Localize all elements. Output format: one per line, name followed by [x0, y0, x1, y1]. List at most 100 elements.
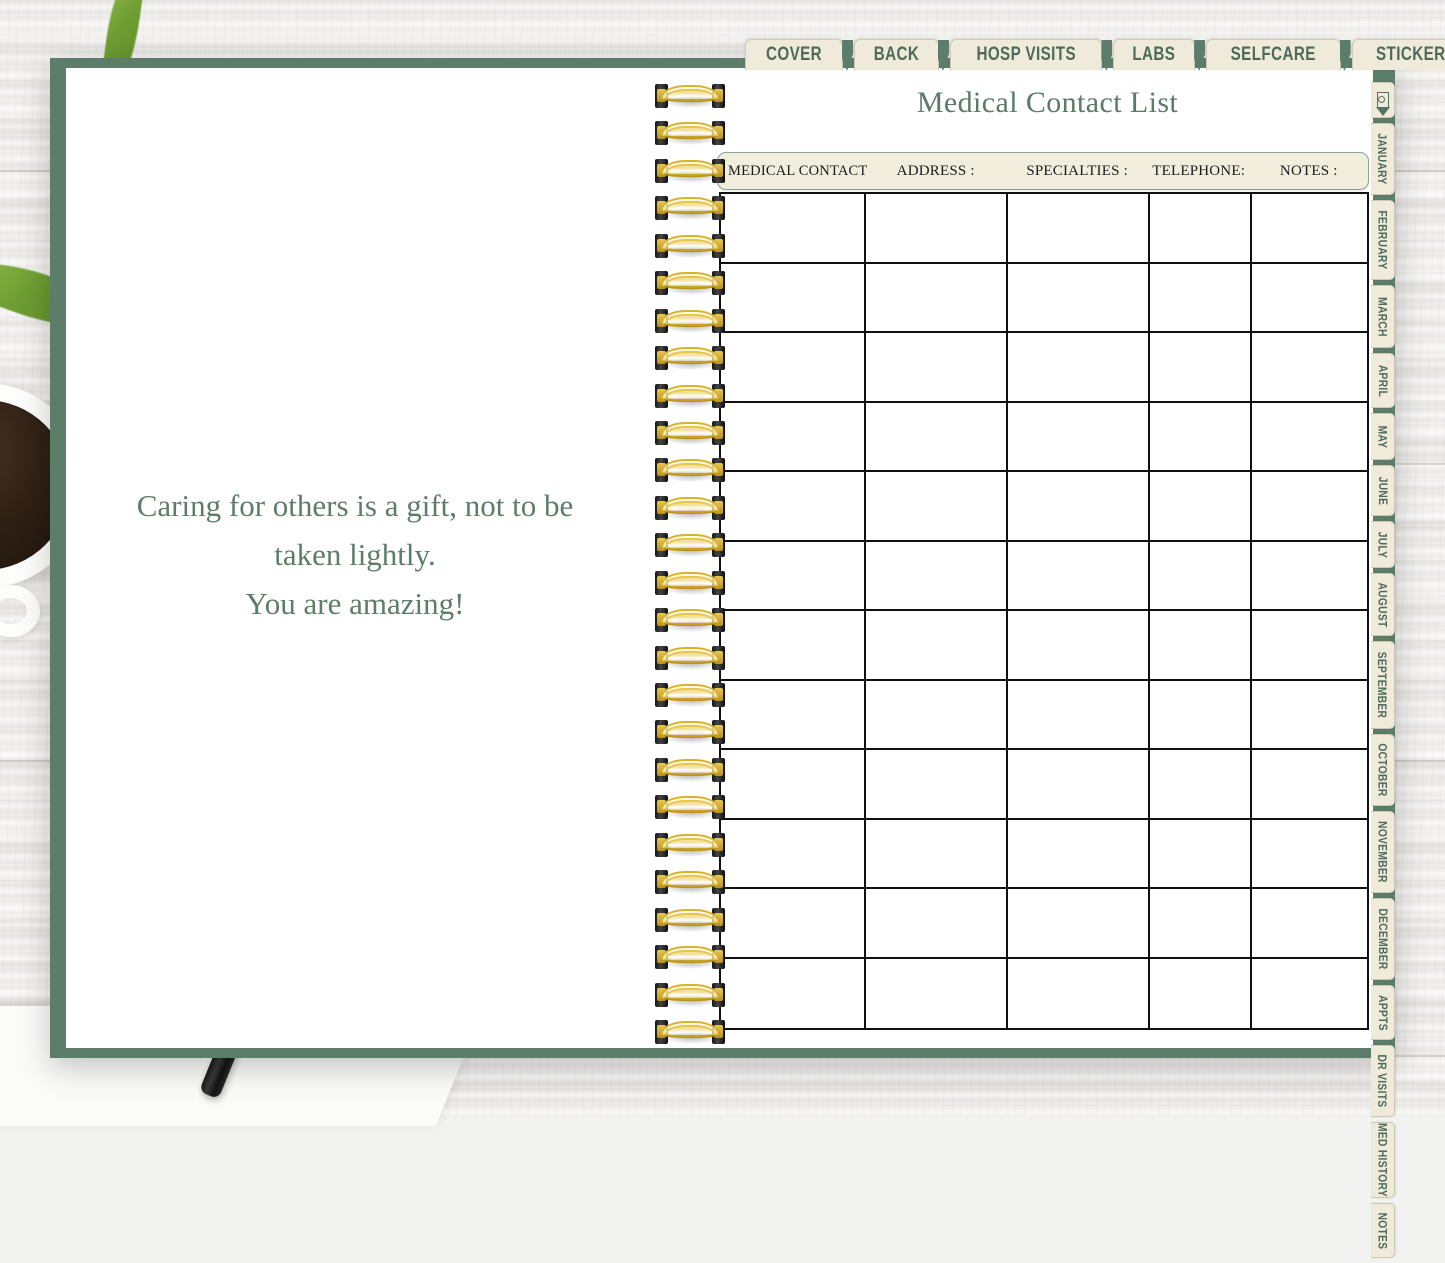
side-tab-may[interactable]: MAY: [1371, 413, 1395, 460]
contact-cell[interactable]: [1252, 889, 1367, 959]
contact-cell[interactable]: [1150, 472, 1252, 542]
contact-cell[interactable]: [1008, 750, 1150, 820]
contact-cell[interactable]: [721, 333, 866, 403]
contact-cell[interactable]: [1252, 194, 1367, 264]
contact-cell[interactable]: [866, 402, 1008, 472]
side-tab-appts[interactable]: APPTS: [1371, 985, 1395, 1040]
spiral-ring-wire-inner: [665, 538, 715, 550]
side-tab-label: JULY: [1375, 531, 1390, 558]
spiral-ring-icon: [655, 159, 725, 185]
contact-cell[interactable]: [721, 680, 866, 750]
spiral-ring-icon: [655, 758, 725, 784]
side-tab-march[interactable]: MARCH: [1371, 285, 1395, 348]
tab-back[interactable]: BACK: [854, 39, 939, 70]
contact-cell[interactable]: [866, 889, 1008, 959]
contact-cell[interactable]: [866, 541, 1008, 611]
contact-cell[interactable]: [1252, 958, 1367, 1028]
contact-cell[interactable]: [866, 958, 1008, 1028]
contact-cell[interactable]: [1008, 194, 1150, 264]
contact-cell[interactable]: [721, 541, 866, 611]
contact-cell[interactable]: [866, 819, 1008, 889]
contact-cell[interactable]: [1150, 680, 1252, 750]
side-tab-notes[interactable]: NOTES: [1371, 1203, 1395, 1258]
spiral-ring-icon: [655, 384, 725, 410]
spiral-ring-wire-inner: [665, 651, 715, 663]
contact-cell[interactable]: [1008, 889, 1150, 959]
contact-cell[interactable]: [721, 750, 866, 820]
side-tab-december[interactable]: DECEMBER: [1371, 898, 1395, 980]
contact-cell[interactable]: [1252, 402, 1367, 472]
spiral-ring-wire-inner: [665, 988, 715, 1000]
contact-cell[interactable]: [1252, 680, 1367, 750]
contact-cell[interactable]: [1008, 263, 1150, 333]
contact-cell[interactable]: [1252, 541, 1367, 611]
contact-cell[interactable]: [1008, 541, 1150, 611]
contact-cell[interactable]: [1008, 958, 1150, 1028]
tab-hosp-visits[interactable]: HOSP VISITS: [949, 39, 1103, 70]
contact-cell[interactable]: [721, 889, 866, 959]
tab-stickers[interactable]: STICKERS: [1351, 39, 1445, 70]
contact-cell[interactable]: [866, 263, 1008, 333]
contact-cell[interactable]: [1150, 541, 1252, 611]
column-header-address: ADDRESS :: [896, 162, 975, 179]
contact-cell[interactable]: [1252, 333, 1367, 403]
contact-table-grid: [719, 192, 1369, 1030]
contact-cell[interactable]: [1252, 611, 1367, 681]
side-tab-january[interactable]: JANUARY: [1371, 123, 1395, 195]
contact-cell[interactable]: [721, 263, 866, 333]
contact-cell[interactable]: [1150, 263, 1252, 333]
contact-cell[interactable]: [866, 750, 1008, 820]
contact-cell[interactable]: [1252, 750, 1367, 820]
tab-selfcare[interactable]: SELFCARE: [1206, 39, 1341, 70]
contact-cell[interactable]: [721, 819, 866, 889]
column-header-specialties: SPECIALTIES :: [1026, 162, 1128, 179]
contact-cell[interactable]: [1008, 611, 1150, 681]
contact-cell[interactable]: [866, 611, 1008, 681]
contact-cell[interactable]: [1150, 889, 1252, 959]
contact-cell[interactable]: [1252, 472, 1367, 542]
contact-cell[interactable]: [866, 472, 1008, 542]
contact-cell[interactable]: [1008, 472, 1150, 542]
contact-cell[interactable]: [1150, 402, 1252, 472]
side-tab-dr-visits[interactable]: DR VISITS: [1371, 1045, 1395, 1117]
contact-cell[interactable]: [1252, 819, 1367, 889]
tab-labs[interactable]: LABS: [1113, 39, 1196, 70]
contact-cell[interactable]: [866, 333, 1008, 403]
contact-cell[interactable]: [721, 402, 866, 472]
contact-table-header-wrap: MEDICAL CONTACT ADDRESS : SPECIALTIES : TEL…: [717, 152, 1369, 190]
contact-cell[interactable]: [1008, 680, 1150, 750]
contact-cell[interactable]: [866, 680, 1008, 750]
bookmark-tab[interactable]: [1371, 82, 1395, 118]
side-tab-august[interactable]: AUGUST: [1371, 573, 1395, 636]
tab-cover[interactable]: COVER: [745, 39, 844, 70]
contact-cell[interactable]: [1150, 958, 1252, 1028]
spiral-ring-icon: [655, 309, 725, 335]
contact-cell[interactable]: [721, 611, 866, 681]
spiral-ring-wire-inner: [665, 164, 715, 176]
spiral-ring-icon: [655, 421, 725, 447]
side-tab-med-history[interactable]: MED HISTORY: [1371, 1122, 1395, 1198]
contact-cell[interactable]: [721, 194, 866, 264]
side-tab-february[interactable]: FEBRUARY: [1371, 200, 1395, 280]
contact-cell[interactable]: [1150, 333, 1252, 403]
contact-cell[interactable]: [1008, 333, 1150, 403]
contact-cell[interactable]: [1150, 819, 1252, 889]
side-tab-november[interactable]: NOVEMBER: [1371, 811, 1395, 893]
contact-cell[interactable]: [1252, 263, 1367, 333]
contact-cell[interactable]: [1008, 819, 1150, 889]
contact-cell[interactable]: [1150, 611, 1252, 681]
contact-cell[interactable]: [721, 472, 866, 542]
spiral-ring-icon: [655, 646, 725, 672]
side-tab-july[interactable]: JULY: [1371, 521, 1395, 568]
contact-cell[interactable]: [1008, 402, 1150, 472]
contact-cell[interactable]: [721, 958, 866, 1028]
side-tab-september[interactable]: SEPTEMBER: [1371, 641, 1395, 729]
side-tab-april[interactable]: APRIL: [1371, 353, 1395, 408]
column-header-telephone: TELEPHONE:: [1152, 162, 1246, 179]
contact-cell[interactable]: [1150, 750, 1252, 820]
side-tab-october[interactable]: OCTOBER: [1371, 734, 1395, 806]
contact-cell[interactable]: [1150, 194, 1252, 264]
contact-cell[interactable]: [866, 194, 1008, 264]
spiral-ring-icon: [655, 908, 725, 934]
side-tab-june[interactable]: JUNE: [1371, 465, 1395, 516]
